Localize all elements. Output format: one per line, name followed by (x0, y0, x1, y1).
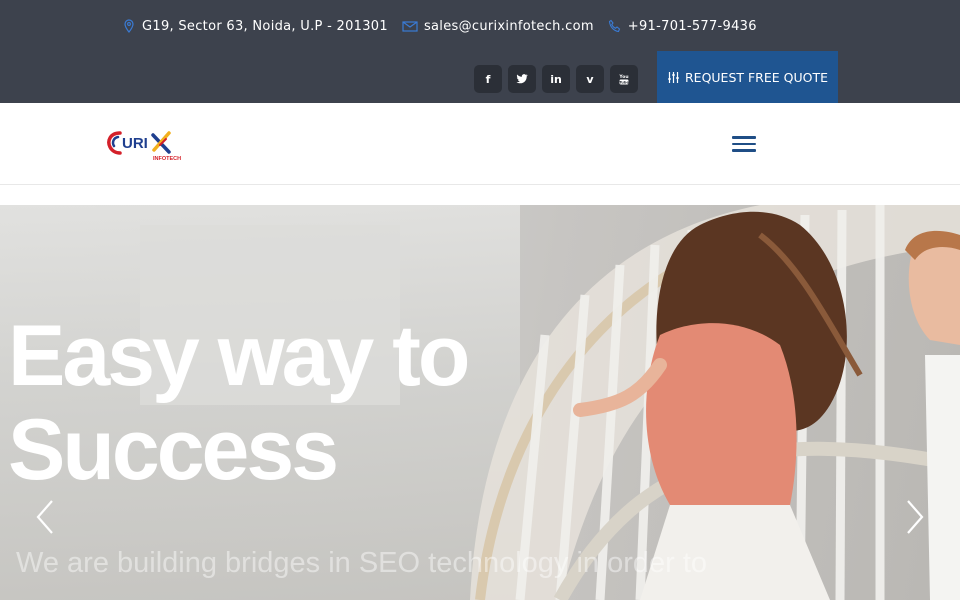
svg-text:You: You (618, 74, 628, 80)
slider-next-button[interactable] (900, 497, 930, 537)
map-pin-icon (124, 19, 134, 33)
request-quote-label: REQUEST FREE QUOTE (684, 69, 829, 85)
top-bar: G19, Sector 63, Noida, U.P - 201301 sale… (0, 0, 960, 103)
request-quote-button[interactable]: REQUEST FREE QUOTE (657, 51, 838, 103)
hero-title-line: Easy way to (8, 308, 470, 404)
chevron-right-icon (907, 500, 924, 534)
menu-bar (732, 136, 756, 139)
email-link[interactable]: sales@curixinfotech.com (424, 19, 594, 34)
hero-subtitle-line: We are building bridges in SEO technolog… (16, 547, 708, 579)
envelope-icon (402, 21, 418, 32)
svg-text:URI: URI (122, 135, 148, 152)
hero-title: Easy way to Success (8, 308, 470, 498)
phone-item[interactable]: +91-701-577-9436 (608, 19, 757, 34)
menu-bar (732, 149, 756, 152)
menu-toggle-icon[interactable] (732, 136, 756, 152)
hero-subtitle: We are building bridges in SEO technolog… (16, 543, 816, 583)
youtube-icon[interactable]: You Tube (610, 65, 638, 93)
address-text: G19, Sector 63, Noida, U.P - 201301 (142, 18, 388, 34)
hero-title-line: Success (8, 402, 339, 498)
section-spacer (0, 185, 960, 205)
linkedin-icon[interactable]: in (542, 65, 570, 93)
company-logo[interactable]: URI INFOTECH (106, 127, 186, 163)
address-item: G19, Sector 63, Noida, U.P - 201301 (122, 19, 388, 34)
twitter-icon[interactable] (508, 65, 536, 93)
phone-icon (608, 19, 620, 33)
svg-text:INFOTECH: INFOTECH (153, 156, 181, 162)
contact-info: G19, Sector 63, Noida, U.P - 201301 sale… (122, 16, 771, 36)
menu-bar (732, 142, 756, 145)
social-links: f in v You Tube (474, 65, 644, 93)
hero-slider: Easy way to Success We are building brid… (0, 205, 960, 600)
email-item[interactable]: sales@curixinfotech.com (402, 19, 594, 34)
svg-text:Tube: Tube (619, 80, 629, 84)
sliders-icon (667, 71, 679, 83)
facebook-icon[interactable]: f (474, 65, 502, 93)
vimeo-icon[interactable]: v (576, 65, 604, 93)
phone-link[interactable]: +91-701-577-9436 (628, 19, 757, 34)
slider-prev-button[interactable] (32, 497, 62, 537)
main-navbar: URI INFOTECH (0, 103, 960, 185)
chevron-left-icon (36, 500, 53, 534)
